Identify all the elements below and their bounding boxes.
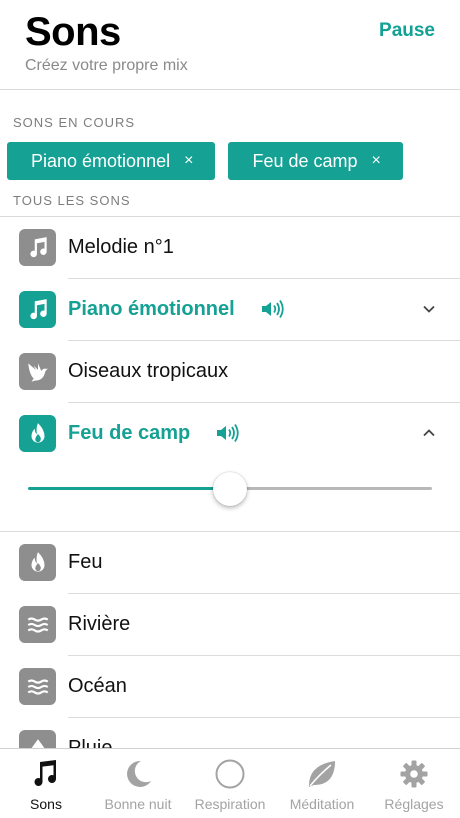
circle-icon	[215, 759, 245, 789]
tab-label: Réglages	[384, 796, 444, 812]
tab-label: Respiration	[194, 796, 266, 812]
speaker-icon	[262, 300, 284, 318]
list-item-feu[interactable]: Feu	[0, 532, 460, 594]
pause-button[interactable]: Pause	[379, 20, 435, 42]
list-item-oiseaux-tropicaux[interactable]: Oiseaux tropicaux	[0, 341, 460, 403]
leaf-icon	[308, 761, 335, 787]
tab-sons[interactable]: Sons	[0, 749, 92, 818]
list-item-piano-emotionnel[interactable]: Piano émotionnel	[0, 279, 460, 341]
header: Sons Créez votre propre mix Pause	[0, 0, 460, 90]
waves-icon	[19, 668, 56, 705]
close-icon[interactable]: ×	[372, 152, 381, 170]
volume-slider-thumb[interactable]	[213, 472, 247, 506]
sound-label: Oiseaux tropicaux	[68, 360, 229, 382]
flame-icon	[19, 544, 56, 581]
tab-label: Bonne nuit	[104, 796, 172, 812]
tab-bonne-nuit[interactable]: Bonne nuit	[92, 749, 184, 818]
list-item-melodie[interactable]: Melodie n°1	[0, 217, 460, 279]
current-sounds-chips: Piano émotionnel × Feu de camp ×	[7, 142, 403, 180]
flame-icon	[19, 415, 56, 452]
chevron-down-icon[interactable]	[421, 301, 437, 317]
volume-slider-area	[0, 464, 460, 532]
list-item-riviere[interactable]: Rivière	[0, 594, 460, 656]
tab-reglages[interactable]: Réglages	[368, 749, 460, 818]
sound-label: Feu	[68, 551, 103, 573]
current-sounds-label: SONS EN COURS	[13, 115, 136, 130]
music-note-icon	[19, 291, 56, 328]
chevron-up-icon[interactable]	[421, 425, 437, 441]
tab-meditation[interactable]: Méditation	[276, 749, 368, 818]
list-item-feu-de-camp[interactable]: Feu de camp	[0, 403, 460, 465]
sound-label: Feu de camp	[68, 422, 191, 444]
tab-bar: Sons Bonne nuit Respiration Méditation R…	[0, 748, 460, 818]
chip-label: Piano émotionnel	[31, 150, 171, 171]
chip-label: Feu de camp	[252, 150, 358, 171]
close-icon[interactable]: ×	[184, 152, 193, 170]
speaker-icon	[217, 424, 239, 442]
bird-icon	[19, 353, 56, 390]
waves-icon	[19, 606, 56, 643]
volume-track-fill	[28, 487, 230, 490]
tab-label: Méditation	[289, 796, 355, 812]
tab-label: Sons	[30, 796, 62, 812]
list-item-ocean[interactable]: Océan	[0, 656, 460, 718]
all-sounds-label: TOUS LES SONS	[13, 193, 131, 208]
chip-feu-de-camp[interactable]: Feu de camp ×	[228, 142, 403, 180]
music-note-icon	[19, 229, 56, 266]
sound-label: Rivière	[68, 613, 131, 635]
tab-respiration[interactable]: Respiration	[184, 749, 276, 818]
volume-track[interactable]	[230, 487, 432, 490]
music-note-icon	[34, 760, 57, 787]
sound-label: Océan	[68, 675, 127, 697]
gear-icon	[400, 760, 428, 788]
page-subtitle: Créez votre propre mix	[25, 57, 188, 74]
chip-piano-emotionnel[interactable]: Piano émotionnel ×	[7, 142, 216, 180]
sound-label: Piano émotionnel	[68, 298, 235, 320]
sound-label: Melodie n°1	[68, 236, 174, 258]
page-title: Sons	[25, 10, 121, 54]
moon-icon	[127, 760, 151, 787]
